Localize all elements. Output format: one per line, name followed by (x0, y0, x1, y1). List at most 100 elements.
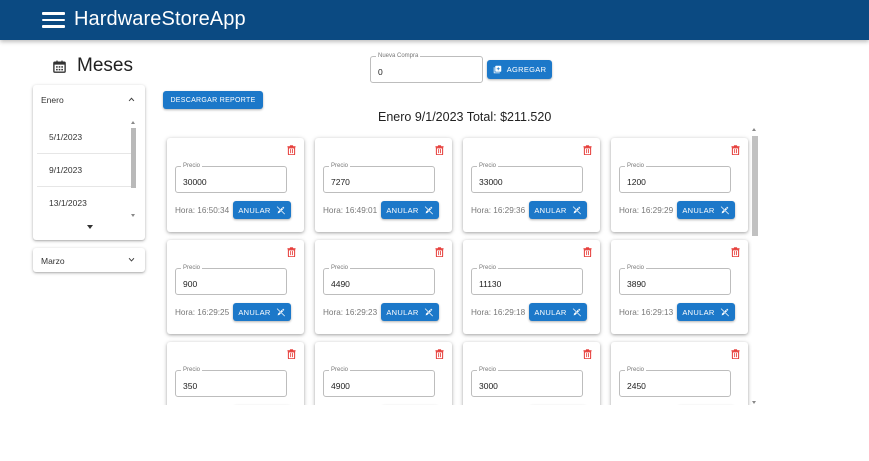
purchase-card: Precio 11130 Hora: 16:29:18 ANULAR (463, 240, 600, 334)
nueva-compra-field[interactable]: Nueva Compra 0 (370, 52, 483, 83)
precio-field[interactable]: Precio 7270 (323, 162, 435, 193)
purchases-grid: Precio 30000 Hora: 16:50:34 ANULAR Preci… (160, 127, 752, 405)
trash-icon[interactable] (583, 247, 592, 257)
date-item[interactable]: 9/1/2023 (37, 154, 133, 187)
anular-label: ANULAR (238, 205, 271, 215)
date-list: 5/1/2023 9/1/2023 13/1/2023 (37, 121, 133, 220)
precio-field[interactable]: Precio 11130 (471, 264, 583, 295)
precio-field[interactable]: Precio 4900 (323, 366, 435, 397)
summary-title: Enero 9/1/2023 Total: $211.520 (378, 110, 552, 124)
purchase-card: Precio 350 ANULAR (167, 342, 304, 405)
edit-off-icon (720, 206, 729, 215)
hora-text: Hora: 16:29:23 (323, 308, 378, 317)
anular-label: ANULAR (534, 307, 567, 317)
agregar-button[interactable]: AGREGAR (487, 60, 552, 79)
anular-button[interactable]: ANULAR (677, 303, 735, 321)
trash-icon[interactable] (287, 145, 296, 155)
edit-off-icon (572, 206, 581, 215)
accordion-marzo: Marzo (33, 248, 145, 272)
app-bar: HardwareStoreApp (0, 0, 869, 40)
precio-field[interactable]: Precio 2450 (619, 366, 731, 397)
accordion-marzo-header[interactable]: Marzo (33, 248, 145, 272)
trash-icon[interactable] (287, 247, 296, 257)
trash-icon[interactable] (583, 145, 592, 155)
trash-icon[interactable] (731, 247, 740, 257)
precio-field[interactable]: Precio 3890 (619, 264, 731, 295)
scrollbar-thumb[interactable] (752, 136, 758, 236)
precio-value: 350 (183, 381, 198, 391)
anular-button[interactable]: ANULAR (529, 201, 587, 219)
trash-icon[interactable] (435, 349, 444, 359)
trash-icon[interactable] (435, 247, 444, 257)
purchase-card: Precio 2450 ANULAR (611, 342, 748, 405)
anular-label: ANULAR (682, 307, 715, 317)
anular-label: ANULAR (238, 307, 271, 317)
anular-button[interactable]: ANULAR (677, 201, 735, 219)
edit-off-icon (572, 308, 581, 317)
edit-off-icon (276, 206, 285, 215)
trash-icon[interactable] (583, 349, 592, 359)
hora-text: Hora: 16:50:34 (175, 206, 230, 215)
precio-label: Precio (625, 162, 647, 171)
add-box-icon (493, 65, 501, 74)
months-header: Meses (52, 55, 133, 77)
accordion-enero-header[interactable]: Enero (33, 85, 145, 115)
anular-button[interactable]: ANULAR (529, 303, 587, 321)
purchase-card: Precio 4490 Hora: 16:29:23 ANULAR (315, 240, 452, 334)
anular-label: ANULAR (386, 205, 419, 215)
precio-label: Precio (329, 264, 351, 273)
caret-down-icon[interactable] (87, 225, 93, 229)
scroll-down-arrow[interactable] (752, 401, 756, 404)
scroll-up-arrow[interactable] (752, 128, 756, 131)
chevron-up-icon (128, 97, 135, 102)
edit-off-icon (276, 308, 285, 317)
precio-field[interactable]: Precio 900 (175, 264, 287, 295)
date-item[interactable]: 5/1/2023 (37, 121, 133, 154)
purchases-scrollbar[interactable] (750, 127, 759, 405)
precio-field[interactable]: Precio 3000 (471, 366, 583, 397)
month-label: Marzo (41, 256, 65, 266)
anular-button[interactable]: ANULAR (381, 303, 439, 321)
precio-field[interactable]: Precio 1200 (619, 162, 731, 193)
precio-label: Precio (329, 366, 351, 375)
hora-text: Hora: 16:29:13 (619, 308, 674, 317)
precio-field[interactable]: Precio 350 (175, 366, 287, 397)
precio-value: 3890 (627, 279, 646, 289)
scroll-up-arrow[interactable] (131, 121, 135, 124)
anular-button[interactable]: ANULAR (381, 201, 439, 219)
purchase-card: Precio 3000 ANULAR (463, 342, 600, 405)
precio-field[interactable]: Precio 30000 (175, 162, 287, 193)
precio-label: Precio (329, 162, 351, 171)
hora-text: Hora: 16:29:29 (619, 206, 674, 215)
anular-button[interactable]: ANULAR (233, 201, 291, 219)
precio-field[interactable]: Precio 33000 (471, 162, 583, 193)
purchase-card: Precio 7270 Hora: 16:49:01 ANULAR (315, 138, 452, 232)
trash-icon[interactable] (287, 349, 296, 359)
date-item[interactable]: 13/1/2023 (37, 187, 133, 220)
accordion-enero: Enero 5/1/2023 9/1/2023 13/1/2023 (33, 85, 145, 240)
precio-value: 30000 (183, 177, 207, 187)
anular-label: ANULAR (682, 205, 715, 215)
trash-icon[interactable] (731, 349, 740, 359)
precio-field[interactable]: Precio 4490 (323, 264, 435, 295)
precio-label: Precio (477, 264, 499, 273)
app-title: HardwareStoreApp (74, 8, 246, 30)
hora-text: Hora: 16:49:01 (323, 206, 378, 215)
scrollbar-thumb[interactable] (131, 128, 136, 188)
trash-icon[interactable] (731, 145, 740, 155)
precio-value: 2450 (627, 381, 646, 391)
date-list-scrollbar[interactable] (130, 120, 137, 218)
hora-text: Hora: 16:29:25 (175, 308, 230, 317)
anular-label: ANULAR (534, 205, 567, 215)
anular-button[interactable]: ANULAR (233, 303, 291, 321)
precio-value: 3000 (479, 381, 498, 391)
precio-value: 4900 (331, 381, 350, 391)
purchase-card: Precio 3890 Hora: 16:29:13 ANULAR (611, 240, 748, 334)
descargar-reporte-button[interactable]: DESCARGAR REPORTE (163, 91, 263, 109)
precio-value: 4490 (331, 279, 350, 289)
precio-label: Precio (181, 366, 203, 375)
scroll-down-arrow[interactable] (131, 214, 135, 217)
menu-icon[interactable] (42, 11, 65, 28)
trash-icon[interactable] (435, 145, 444, 155)
precio-label: Precio (477, 162, 499, 171)
